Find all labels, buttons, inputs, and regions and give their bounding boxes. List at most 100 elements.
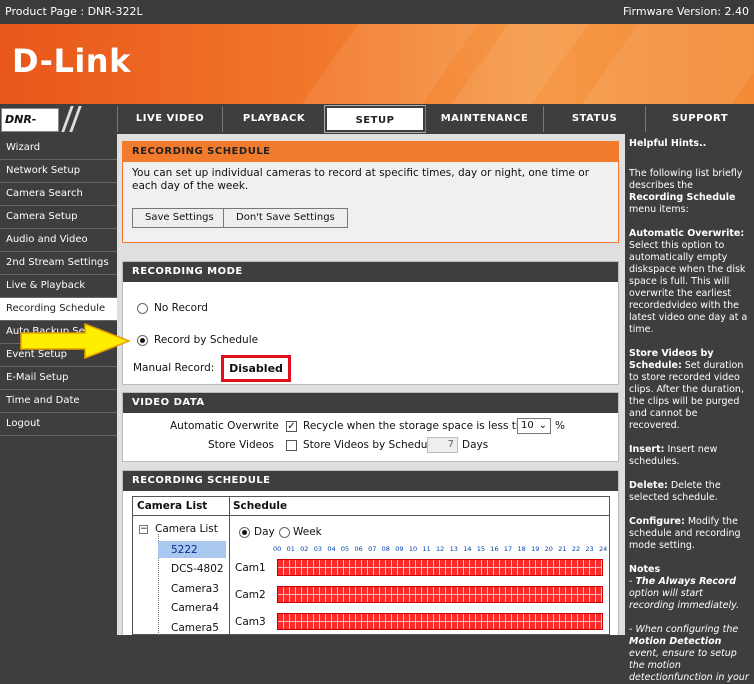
hour-tick: 21: [558, 545, 567, 553]
recycle-percent-value: 10: [521, 420, 534, 431]
sidebar-item-2nd-stream[interactable]: 2nd Stream Settings: [0, 252, 117, 275]
week-radio[interactable]: [279, 527, 290, 538]
hour-tick: 07: [368, 545, 377, 553]
tab-status[interactable]: STATUS: [543, 106, 645, 132]
sidebar-item-camera-search[interactable]: Camera Search: [0, 183, 117, 206]
hour-tick: 16: [490, 545, 499, 553]
schedule-row-label: Cam2: [235, 589, 266, 601]
hour-tick: 10: [408, 545, 418, 553]
dlink-logo[interactable]: D-Link: [12, 42, 131, 80]
model-label: DNR-322L: [1, 108, 59, 148]
hour-tick: 03: [313, 545, 323, 553]
hour-tick: 19: [531, 545, 540, 553]
save-settings-button[interactable]: Save Settings: [132, 208, 227, 228]
collapse-icon[interactable]: −: [139, 525, 148, 534]
hints-overwrite: Automatic Overwrite: Select this option …: [629, 228, 748, 335]
camera-item[interactable]: Camera5: [171, 622, 219, 634]
hour-tick: 22: [571, 545, 581, 553]
recycle-checkbox[interactable]: ✓: [286, 421, 297, 432]
sidebar-item-camera-setup[interactable]: Camera Setup: [0, 206, 117, 229]
schedule-row-label: Cam3: [235, 616, 266, 628]
recycle-percent-select[interactable]: 10 ⌄: [517, 418, 551, 434]
sidebar-item-time-date[interactable]: Time and Date: [0, 390, 117, 413]
hour-tick: 24: [599, 545, 608, 553]
hints-intro: The following list briefly describes the…: [629, 168, 743, 215]
schedule-bar-cam1[interactable]: [277, 559, 603, 576]
dont-save-settings-button[interactable]: Don't Save Settings: [223, 208, 348, 228]
percent-label: %: [555, 420, 565, 432]
hour-tick: 13: [449, 545, 458, 553]
hour-tick: 18: [517, 545, 526, 553]
hints-notes-title: Notes: [629, 564, 661, 575]
hour-tick: 01: [286, 545, 295, 553]
hour-tick: 06: [354, 545, 363, 553]
tab-playback[interactable]: PLAYBACK: [222, 106, 325, 132]
hour-tick: 17: [503, 545, 513, 553]
hour-tick: 20: [544, 545, 553, 553]
hints-title: Helpful Hints..: [629, 138, 707, 149]
sidebar-item-recording-schedule[interactable]: Recording Schedule: [0, 298, 117, 321]
hour-tick: 12: [436, 545, 445, 553]
hints-configure: Configure: Modify the schedule and recor…: [629, 516, 741, 551]
camera-list-root[interactable]: Camera List: [155, 523, 218, 535]
record-by-schedule-radio[interactable]: [137, 335, 148, 346]
tab-setup[interactable]: SETUP: [324, 105, 426, 133]
hour-tick: 23: [585, 545, 594, 553]
no-record-radio[interactable]: [137, 303, 148, 314]
tab-maintenance[interactable]: MAINTENANCE: [425, 106, 543, 132]
camera-item[interactable]: Camera3: [171, 583, 219, 595]
day-radio[interactable]: [239, 527, 250, 538]
hour-tick: 11: [422, 545, 431, 553]
auto-overwrite-label: Automatic Overwrite: [170, 420, 279, 432]
schedule-bar-cam2[interactable]: [277, 586, 603, 603]
top-bar: Product Page : DNR-322L Firmware Version…: [0, 0, 754, 24]
hour-tick: 08: [381, 545, 390, 553]
video-data-title: VIDEO DATA: [123, 393, 618, 413]
recording-mode-title: RECORDING MODE: [123, 262, 618, 282]
sidebar-item-live-playback[interactable]: Live & Playback Setup: [0, 275, 117, 313]
hour-tick: 00: [273, 545, 282, 553]
sidebar-item-logout[interactable]: Logout: [0, 413, 117, 436]
recycle-label: Recycle when the storage space is less t…: [303, 420, 536, 432]
sidebar-item-email-setup[interactable]: E-Mail Setup: [0, 367, 117, 390]
hints-note-2: - When configuring the Motion Detection …: [629, 624, 749, 683]
recording-schedule-title: RECORDING SCHEDULE: [123, 471, 618, 491]
product-page-label: Product Page : DNR-322L: [5, 5, 143, 18]
divider: [133, 515, 609, 516]
tab-support[interactable]: SUPPORT: [645, 106, 754, 132]
divider: [229, 496, 230, 635]
camera-list-header: Camera List: [137, 500, 208, 512]
hour-tick: 14: [463, 545, 472, 553]
schedule-bar-cam3[interactable]: [277, 613, 603, 630]
record-by-schedule-label: Record by Schedule: [154, 334, 259, 346]
no-record-label: No Record: [154, 302, 208, 314]
camera-item[interactable]: DCS-4802: [171, 563, 224, 575]
manual-record-label: Manual Record:: [133, 362, 215, 374]
firmware-version: Firmware Version: 2.40: [622, 5, 749, 18]
store-by-schedule-label: Store Videos by Schedule: [303, 439, 437, 451]
main-tabs: LIVE VIDEO PLAYBACK SETUP MAINTENANCE ST…: [117, 105, 754, 133]
camera-item[interactable]: Camera4: [171, 602, 219, 614]
tab-live-video[interactable]: LIVE VIDEO: [117, 106, 222, 132]
day-label: Day: [254, 526, 275, 538]
store-by-schedule-checkbox[interactable]: [286, 440, 297, 451]
store-days-input[interactable]: 7: [427, 437, 458, 453]
week-label: Week: [293, 526, 322, 538]
camera-item[interactable]: 5222: [171, 544, 198, 556]
sidebar-item-audio-video[interactable]: Audio and Video: [0, 229, 117, 252]
hour-tick: 05: [340, 545, 350, 553]
hints-store: Store Videos by Schedule: Set duration t…: [629, 348, 744, 431]
intro-description: You can set up individual cameras to rec…: [132, 167, 590, 192]
banner: D-Link: [0, 24, 754, 104]
schedule-row-label: Cam1: [235, 562, 266, 574]
sidebar-item-network-setup[interactable]: Network Setup: [0, 160, 117, 183]
store-videos-label: Store Videos: [208, 439, 274, 451]
yellow-arrow-icon: [20, 323, 131, 359]
intro-title: RECORDING SCHEDULE: [123, 142, 618, 162]
sidebar: Wizard Network Setup Camera Search Camer…: [0, 137, 117, 436]
schedule-header: Schedule: [233, 500, 288, 512]
chevron-down-icon: ⌄: [538, 420, 547, 431]
hour-tick: 09: [395, 545, 404, 553]
hour-tick: 02: [300, 545, 309, 553]
sidebar-item-wizard[interactable]: Wizard: [0, 137, 117, 160]
